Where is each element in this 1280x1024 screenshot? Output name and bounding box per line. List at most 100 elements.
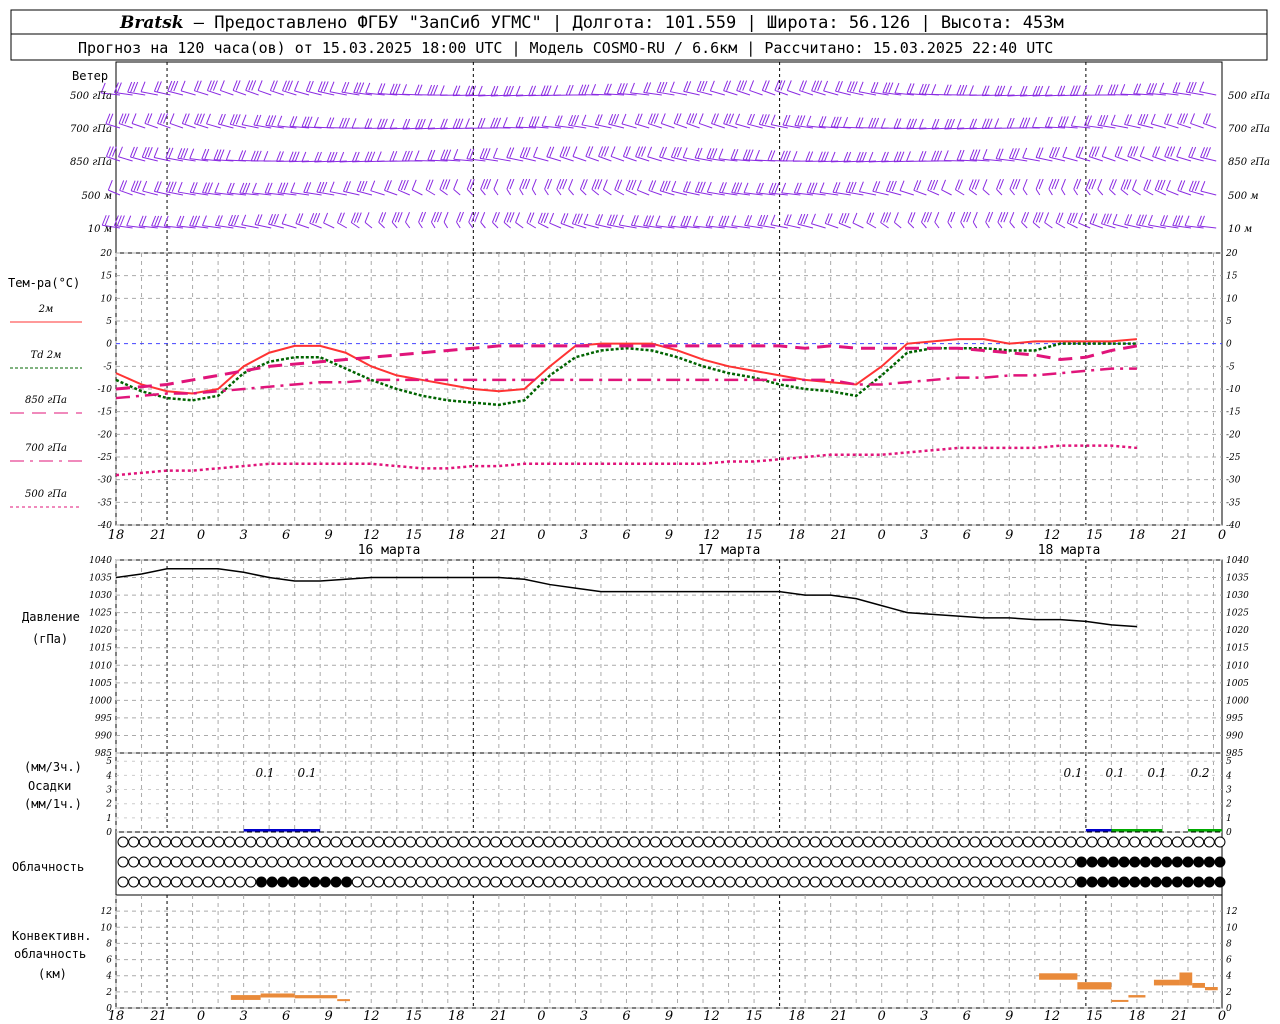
wind-barb-feather	[830, 151, 836, 163]
wind-barb-feather	[541, 115, 547, 127]
cloud-symbol	[841, 856, 853, 868]
prec-tick-right: 1	[1226, 814, 1232, 824]
conv-tick: 4	[105, 972, 112, 982]
wind-barb-feather	[621, 113, 627, 125]
conv-tick: 10	[101, 923, 113, 933]
cloud-symbol	[788, 856, 800, 868]
wind-barb-shaft	[309, 222, 322, 229]
pres-tick-right: 1005	[1226, 679, 1249, 689]
cloud-symbol	[926, 876, 938, 888]
hour-label: 15	[746, 528, 763, 543]
conv-tick: 0	[106, 1004, 112, 1014]
pres-tick-right: 1010	[1226, 661, 1249, 671]
wind-barb-shaft	[982, 188, 990, 196]
wind-barb-feather	[1022, 178, 1028, 190]
wind-barb-shaft	[220, 89, 234, 96]
wind-barb-feather	[323, 212, 329, 224]
cloud-symbol	[1076, 856, 1087, 868]
cloud-symbol	[511, 856, 523, 868]
wind-barb-shaft	[418, 221, 423, 229]
wind-barb-feather	[568, 179, 574, 190]
cloud-symbol	[607, 856, 619, 868]
cloud-symbol	[1161, 876, 1173, 888]
cloud-symbol	[128, 856, 140, 868]
wind-barb-feather	[263, 150, 269, 162]
cloud-symbol	[277, 856, 289, 868]
cloud-symbol	[1193, 856, 1205, 868]
wind-barb-feather	[1062, 146, 1068, 158]
cloud-symbol	[1033, 876, 1045, 888]
hour-label: 3	[239, 528, 247, 543]
cloud-symbol	[1214, 856, 1226, 868]
cloud-symbol	[724, 836, 736, 848]
cloud-symbol	[255, 856, 267, 868]
wind-barb-feather	[301, 151, 307, 163]
cloud-symbol	[564, 856, 576, 868]
conv-unit: (км)	[38, 967, 67, 981]
temp-tick-right: 0	[1226, 340, 1232, 350]
wind-barb-shaft	[968, 189, 978, 196]
cloud-symbol	[692, 856, 704, 868]
wind-barb-shaft	[852, 222, 864, 229]
conv-tick: 6	[106, 956, 112, 966]
temp-tick: -20	[98, 430, 113, 440]
wind-barb-shaft	[515, 222, 524, 229]
wind-barb-feather	[1022, 147, 1028, 159]
cloud-symbol	[1001, 836, 1013, 848]
cloud-symbol	[660, 836, 672, 848]
pres-tick: 1030	[89, 591, 112, 601]
temp-tick: 0	[106, 340, 112, 350]
wind-barb-feather	[718, 148, 724, 159]
hour-label: 12	[703, 528, 720, 543]
cloud-symbol	[799, 876, 811, 888]
wind-barb-shaft	[378, 221, 385, 229]
wind-barb-feather	[241, 214, 247, 225]
wind-barb-shaft	[456, 221, 461, 229]
hour-label-bottom: 18	[448, 1009, 465, 1024]
cloud-symbol	[511, 876, 523, 888]
cloud-symbol	[905, 856, 917, 868]
wind-barb-feather	[671, 180, 677, 192]
cloud-symbol	[554, 876, 566, 888]
prec-tick-right: 2	[1225, 800, 1232, 810]
cloud-symbol	[1182, 876, 1194, 888]
cloud-symbol	[650, 876, 661, 888]
temp-tick: -15	[98, 408, 113, 418]
cloud-symbol	[980, 876, 992, 888]
wind-barb-shaft	[723, 90, 738, 96]
wind-barb-shaft	[787, 89, 801, 96]
cloud-symbol	[756, 836, 768, 848]
wind-barb-shaft	[207, 90, 221, 96]
cloud-symbol	[575, 836, 587, 848]
temp-tick-right: 15	[1226, 272, 1238, 282]
wind-barb-feather	[453, 179, 459, 190]
wind-barb-shaft	[811, 223, 826, 229]
wind-barb-feather	[329, 181, 335, 192]
cloud-symbol	[468, 836, 480, 848]
hour-label-bottom: 6	[963, 1009, 971, 1024]
cloud-symbol	[671, 856, 683, 868]
cloud-symbol	[990, 876, 1002, 888]
cloud-symbol	[511, 836, 523, 848]
hour-label: 9	[325, 528, 333, 543]
cloud-symbol	[777, 856, 789, 868]
wind-barb-shaft	[894, 221, 902, 229]
wind-barb-shaft	[431, 221, 436, 229]
conv-frame	[115, 894, 1223, 1009]
conv-title-1: Конвективн.	[12, 929, 91, 943]
wind-barb-feather	[480, 211, 486, 223]
cloud-symbol	[213, 876, 225, 888]
pres-tick-right: 1035	[1226, 574, 1249, 584]
hour-label-bottom: 0	[537, 1009, 545, 1024]
wind-barb-shaft	[1102, 156, 1116, 162]
pressure-title: Давление	[22, 610, 80, 624]
conv-cloud-bar	[1179, 972, 1193, 986]
precip-label: 0.1	[1105, 766, 1124, 780]
wind-barb-shaft	[941, 189, 952, 196]
cloud-symbol	[628, 876, 640, 888]
wind-barb-feather	[781, 182, 787, 194]
wind-level-label-right: 850 гПа	[1228, 157, 1270, 168]
wind-level-label-right: 700 гПа	[1228, 124, 1270, 135]
cloud-symbol	[181, 836, 193, 848]
wind-barb-shaft	[295, 222, 310, 229]
